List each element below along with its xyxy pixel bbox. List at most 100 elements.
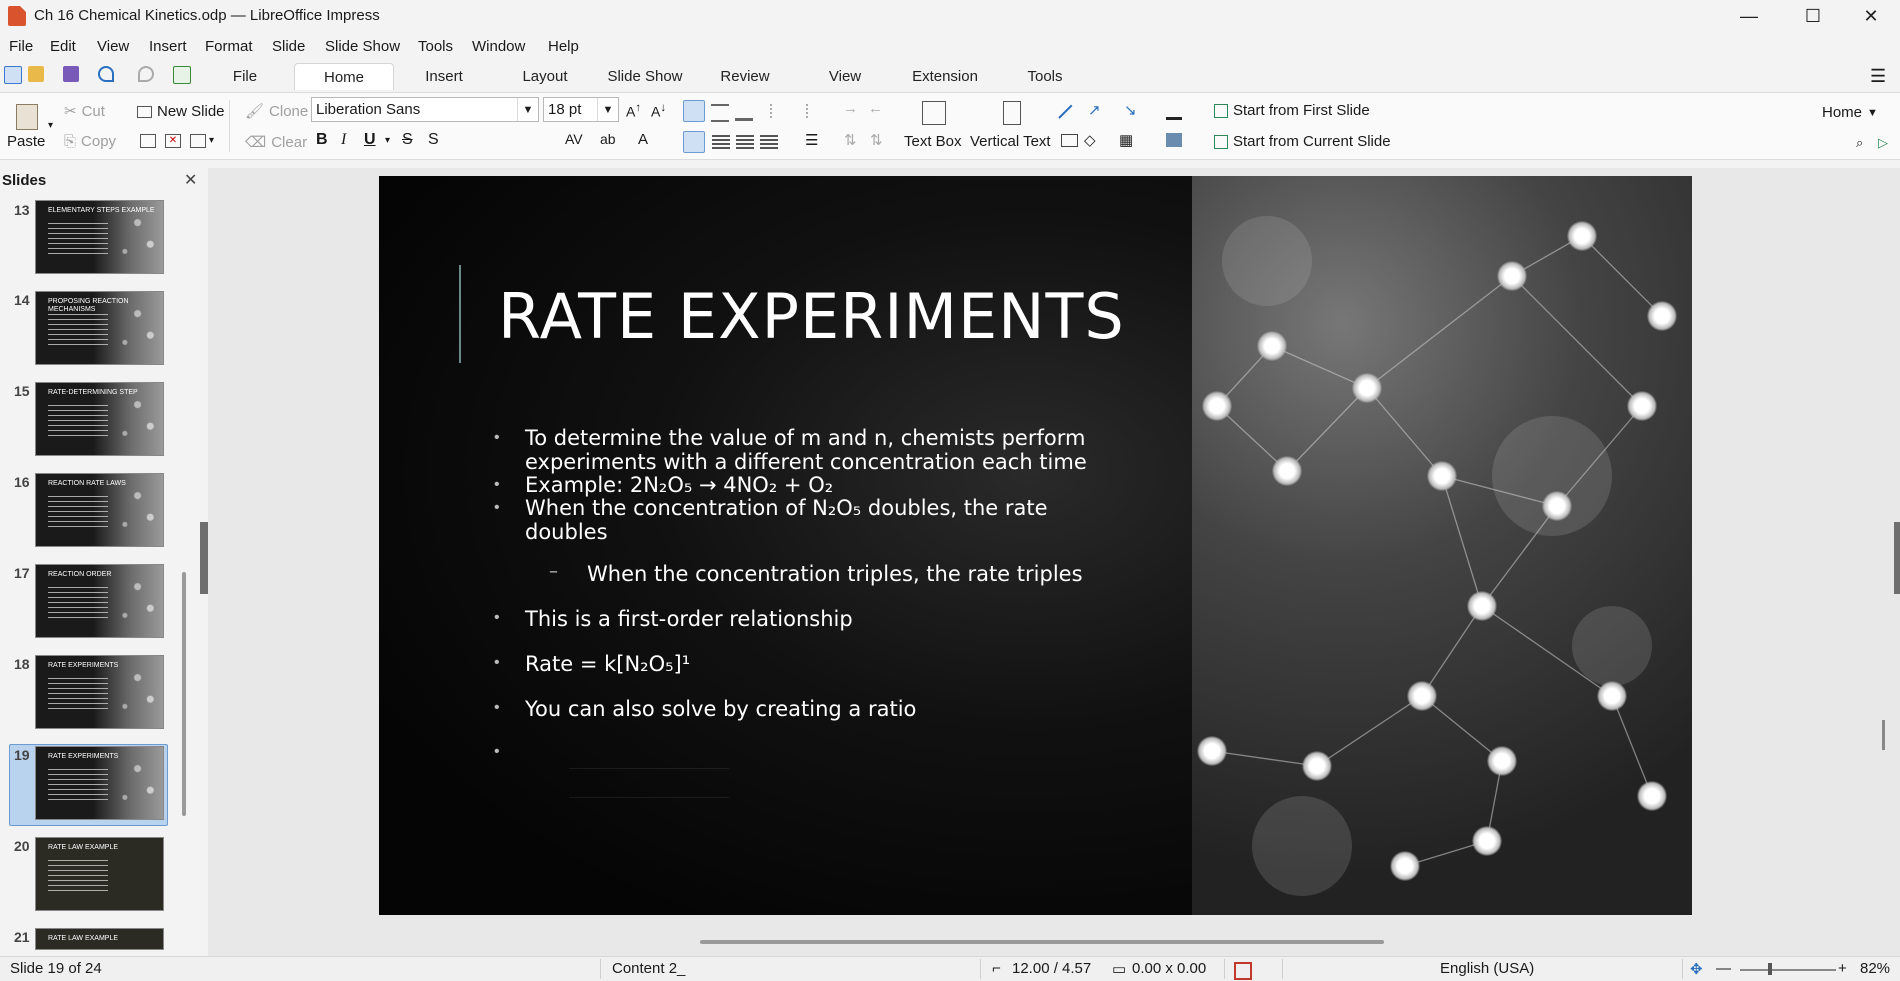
bullet-6[interactable]: You can also solve by creating a ratio: [525, 697, 916, 721]
fill-color-icon[interactable]: [1166, 133, 1182, 147]
home-dropdown[interactable]: Home ▼: [1822, 104, 1878, 121]
new-slide-button[interactable]: New Slide: [137, 103, 225, 120]
slide-thumbnail-14[interactable]: PROPOSING REACTION MECHANISMS: [35, 291, 164, 365]
inspector-icon[interactable]: ⌕: [1856, 135, 1863, 151]
maximize-button[interactable]: ☐: [1784, 0, 1842, 32]
navigator-icon[interactable]: ▷: [1878, 135, 1888, 151]
bold-icon[interactable]: B: [316, 131, 328, 149]
start-from-current-slide-button[interactable]: Start from Current Slide: [1214, 133, 1391, 150]
bullet-1-line-2[interactable]: experiments with a different concentrati…: [525, 450, 1087, 474]
chevron-down-icon[interactable]: ▼: [517, 98, 538, 121]
strikethrough-icon[interactable]: S: [402, 131, 413, 149]
fit-slide-icon[interactable]: ✥: [1690, 960, 1703, 978]
line-color-icon[interactable]: [1166, 103, 1182, 120]
menu-help[interactable]: Help: [548, 38, 579, 55]
numbering-icon[interactable]: [806, 104, 826, 118]
hamburger-menu-icon[interactable]: ☰: [1870, 66, 1886, 87]
align-center-vertical-icon[interactable]: [711, 104, 729, 122]
tab-layout[interactable]: Layout: [500, 63, 590, 89]
save-icon[interactable]: [63, 66, 79, 82]
sidebar-toggle-icon[interactable]: [4, 66, 22, 84]
paste-button[interactable]: Paste: [7, 133, 45, 150]
tab-extension[interactable]: Extension: [900, 63, 990, 89]
align-right-icon[interactable]: [736, 135, 754, 149]
cut-button[interactable]: ✂ Cut: [64, 102, 105, 121]
underline-icon[interactable]: U: [364, 131, 376, 149]
sidebar-collapse-handle[interactable]: [1894, 522, 1900, 594]
rectangle-icon[interactable]: [1061, 134, 1078, 147]
highlight-icon[interactable]: ab: [600, 131, 616, 147]
promote-icon[interactable]: ←: [868, 100, 883, 117]
zoom-slider-thumb[interactable]: [1768, 963, 1772, 975]
align-left-icon[interactable]: [683, 131, 705, 153]
bullet-2[interactable]: Example: 2N₂O₅ → 4NO₂ + O₂: [525, 473, 833, 497]
menu-window[interactable]: Window: [472, 38, 525, 55]
curve-icon[interactable]: ↗: [1088, 101, 1101, 119]
menu-insert[interactable]: Insert: [149, 38, 187, 55]
shadow-icon[interactable]: S: [428, 131, 439, 149]
align-center-icon[interactable]: [712, 135, 730, 149]
tab-review[interactable]: Review: [700, 63, 790, 89]
zoom-level[interactable]: 82%: [1860, 960, 1890, 977]
arrange-icon[interactable]: ▦: [1119, 131, 1133, 149]
text-box-icon[interactable]: [922, 101, 946, 125]
menu-file[interactable]: File: [9, 38, 33, 55]
clear-formatting-button[interactable]: ⌫ Clear: [245, 133, 307, 152]
redo-icon[interactable]: [138, 66, 154, 82]
justify-icon[interactable]: [760, 135, 778, 149]
tab-file[interactable]: File: [220, 63, 270, 89]
font-size-combo[interactable]: 18 pt ▼: [543, 97, 619, 122]
vertical-text-button[interactable]: Vertical Text: [970, 133, 1051, 150]
slide-thumbnail-15[interactable]: RATE-DETERMINING STEP: [35, 382, 164, 456]
menu-edit[interactable]: Edit: [50, 38, 76, 55]
zoom-in-icon[interactable]: +: [1838, 960, 1847, 977]
close-button[interactable]: ✕: [1842, 0, 1900, 32]
duplicate-slide-icon[interactable]: [140, 134, 156, 148]
character-spacing-icon[interactable]: AV: [565, 131, 583, 147]
slide-thumbnail-13[interactable]: ELEMENTARY STEPS EXAMPLE: [35, 200, 164, 274]
bullet-5[interactable]: Rate = k[N₂O₅]¹: [525, 652, 690, 676]
font-color-icon[interactable]: A: [638, 131, 648, 148]
slide-layout-icon[interactable]: [190, 134, 206, 148]
menu-format[interactable]: Format: [205, 38, 253, 55]
italic-icon[interactable]: I: [341, 131, 346, 149]
tab-home[interactable]: Home: [294, 63, 394, 90]
tab-view[interactable]: View: [800, 63, 890, 89]
slide-layout-dropdown-icon[interactable]: ▾: [209, 135, 214, 146]
tab-insert[interactable]: Insert: [398, 63, 490, 89]
bullet-3-line-1[interactable]: When the concentration of N₂O₅ doubles, …: [525, 496, 1048, 520]
slide-thumbnail-16[interactable]: REACTION RATE LAWS: [35, 473, 164, 547]
language[interactable]: English (USA): [1440, 960, 1534, 977]
line-spacing-icon[interactable]: ☰: [805, 131, 818, 149]
menu-view[interactable]: View: [97, 38, 129, 55]
chevron-down-icon[interactable]: ▼: [597, 98, 618, 121]
print-preview-icon[interactable]: [173, 66, 191, 84]
align-top-icon[interactable]: [683, 100, 705, 122]
layout-name[interactable]: Content 2_: [612, 960, 685, 977]
slides-panel-scrollbar[interactable]: [182, 572, 186, 816]
bullet-1-line-1[interactable]: To determine the value of m and n, chemi…: [525, 426, 1085, 450]
slide-thumbnail-20[interactable]: RATE LAW EXAMPLE: [35, 837, 164, 911]
close-icon[interactable]: ✕: [184, 170, 197, 190]
text-box-button[interactable]: Text Box: [904, 133, 962, 150]
tab-slide-show[interactable]: Slide Show: [600, 63, 690, 89]
tab-tools[interactable]: Tools: [1000, 63, 1090, 89]
increase-paragraph-spacing-icon[interactable]: ⇅: [844, 131, 857, 149]
open-folder-icon[interactable]: [28, 66, 44, 82]
horizontal-scrollbar[interactable]: [700, 940, 1384, 944]
slide-19[interactable]: RATE EXPERIMENTS • To determine the valu…: [379, 176, 1692, 915]
shrink-font-icon[interactable]: A↓: [651, 101, 666, 120]
decrease-paragraph-spacing-icon[interactable]: ⇅: [870, 131, 883, 149]
panel-collapse-handle[interactable]: [200, 522, 208, 594]
minimize-button[interactable]: —: [1720, 0, 1778, 32]
vertical-scrollbar[interactable]: [1882, 720, 1885, 750]
sub-bullet-1[interactable]: When the concentration triples, the rate…: [587, 562, 1083, 586]
menu-slide-show[interactable]: Slide Show: [325, 38, 400, 55]
paste-icon[interactable]: [16, 104, 38, 130]
slide-thumbnail-18[interactable]: RATE EXPERIMENTS: [35, 655, 164, 729]
slide-thumbnail-17[interactable]: REACTION ORDER: [35, 564, 164, 638]
bullet-4[interactable]: This is a first-order relationship: [525, 607, 853, 631]
connector-icon[interactable]: ↘: [1124, 101, 1137, 119]
document-modified-icon[interactable]: [1234, 962, 1252, 980]
font-name-combo[interactable]: Liberation Sans ▼: [311, 97, 539, 122]
